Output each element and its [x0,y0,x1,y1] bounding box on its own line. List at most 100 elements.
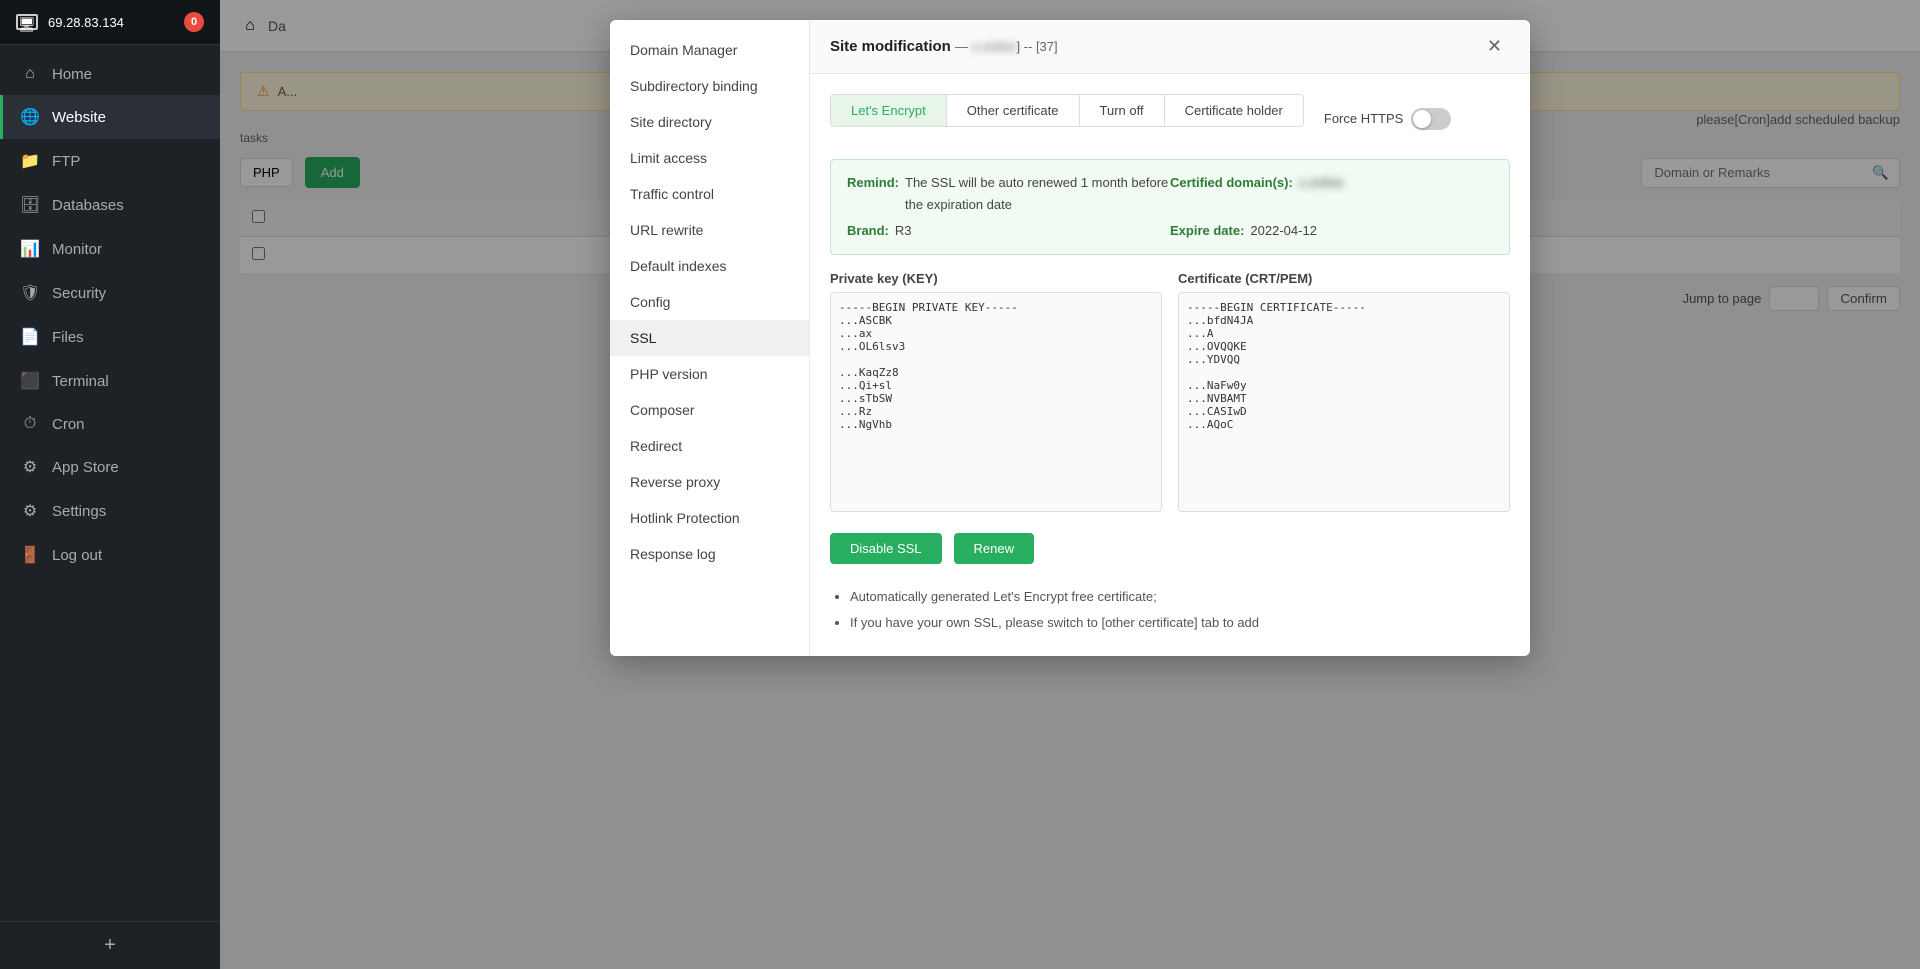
modal-overlay: Domain Manager Subdirectory binding Site… [220,0,1920,969]
certified-domain-value: x.online [1299,172,1344,216]
sidebar-item-logout[interactable]: 🚪 Log out [0,533,220,577]
server-ip: 69.28.83.134 [48,15,124,30]
sidebar-item-label: Home [52,66,92,83]
files-icon: 📄 [20,327,40,347]
sidebar-item-terminal[interactable]: ⬛ Terminal [0,359,220,403]
private-key-col: Private key (KEY) -----BEGIN PRIVATE KEY… [830,271,1162,517]
ssl-note-2: If you have your own SSL, please switch … [850,610,1510,636]
certificate-col: Certificate (CRT/PEM) -----BEGIN CERTIFI… [1178,271,1510,517]
active-bar [0,95,3,139]
modal-body: Site modification — x.online] -- [37] ✕ … [810,20,1530,656]
disable-ssl-button[interactable]: Disable SSL [830,533,942,564]
sidebar: 🖥 69.28.83.134 0 ⌂ Home 🌐 Website 📁 FTP … [0,0,220,969]
modal-close-button[interactable]: ✕ [1479,32,1510,61]
sidebar-item-files[interactable]: 📄 Files [0,315,220,359]
modal-sidebar-item-site-directory[interactable]: Site directory [610,104,809,140]
modal-sidebar-item-config[interactable]: Config [610,284,809,320]
certified-domain-item: Certified domain(s): x.online [1170,172,1493,216]
renew-button[interactable]: Renew [954,533,1034,564]
sidebar-item-label: FTP [52,153,80,170]
modal-sidebar-item-domain-manager[interactable]: Domain Manager [610,32,809,68]
modal-sidebar-item-composer[interactable]: Composer [610,392,809,428]
sidebar-item-label: Website [52,109,106,126]
remind-label: Remind: [847,172,899,216]
modal-title-text: Site modification [830,38,951,55]
modal-sidebar-item-traffic-control[interactable]: Traffic control [610,176,809,212]
remind-box: Remind: The SSL will be auto renewed 1 m… [830,159,1510,255]
plus-icon: + [104,934,116,957]
remind-text-item: Remind: The SSL will be auto renewed 1 m… [847,172,1170,216]
modal-sidebar-item-php-version[interactable]: PHP version [610,356,809,392]
sidebar-add-button[interactable]: + [20,934,200,957]
sidebar-item-settings[interactable]: ⚙ Settings [0,489,220,533]
sidebar-item-label: Cron [52,416,85,433]
sidebar-item-monitor[interactable]: 📊 Monitor [0,227,220,271]
ssl-notes: Automatically generated Let's Encrypt fr… [830,584,1510,636]
certificate-textarea[interactable]: -----BEGIN CERTIFICATE----- ...bfdN4JA .… [1178,292,1510,512]
security-icon: 🛡 [20,283,40,303]
modal-sidebar: Domain Manager Subdirectory binding Site… [610,20,810,656]
modal-sidebar-item-reverse-proxy[interactable]: Reverse proxy [610,464,809,500]
logout-icon: 🚪 [20,545,40,565]
expire-value: 2022-04-12 [1250,220,1317,242]
settings-icon: ⚙ [20,501,40,521]
key-cert-row: Private key (KEY) -----BEGIN PRIVATE KEY… [830,271,1510,517]
tab-certificate-holder[interactable]: Certificate holder [1165,95,1303,126]
brand-item: Brand: R3 [847,220,1170,242]
private-key-textarea[interactable]: -----BEGIN PRIVATE KEY----- ...ASCBK ...… [830,292,1162,512]
modal-sidebar-item-url-rewrite[interactable]: URL rewrite [610,212,809,248]
modal-sidebar-item-response-log[interactable]: Response log [610,536,809,572]
sidebar-item-label: Log out [52,547,102,564]
sidebar-item-label: Terminal [52,373,109,390]
tab-lets-encrypt[interactable]: Let's Encrypt [831,95,947,126]
home-icon: ⌂ [20,65,40,83]
sidebar-nav: ⌂ Home 🌐 Website 📁 FTP 🗄 Databases 📊 Mon… [0,45,220,921]
brand-value: R3 [895,220,912,242]
modal-sidebar-item-subdirectory-binding[interactable]: Subdirectory binding [610,68,809,104]
modal-header: Site modification — x.online] -- [37] ✕ [810,20,1530,74]
sidebar-item-cron[interactable]: ⏱ Cron [0,403,220,445]
sidebar-item-security[interactable]: 🛡 Security [0,271,220,315]
sidebar-item-label: Monitor [52,241,102,258]
sidebar-header: 🖥 69.28.83.134 0 [0,0,220,45]
main-content: ⌂ Da ⚠ A... tasks PHP Add 🔍 [220,0,1920,969]
sidebar-item-label: Files [52,329,84,346]
modal-sidebar-item-ssl[interactable]: SSL [610,320,809,356]
modal-dialog: Domain Manager Subdirectory binding Site… [610,20,1530,656]
modal-sidebar-item-limit-access[interactable]: Limit access [610,140,809,176]
databases-icon: 🗄 [20,195,40,215]
modal-sidebar-item-hotlink-protection[interactable]: Hotlink Protection [610,500,809,536]
ssl-tabs: Let's Encrypt Other certificate Turn off… [830,94,1304,127]
ssl-actions: Disable SSL Renew [830,533,1510,564]
sidebar-item-label: App Store [52,459,119,476]
monitor-icon: 🖥 [16,14,38,30]
ftp-icon: 📁 [20,151,40,171]
sidebar-item-ftp[interactable]: 📁 FTP [0,139,220,183]
modal-content: Let's Encrypt Other certificate Turn off… [810,74,1530,656]
force-https-toggle: Force HTTPS [1324,108,1451,130]
tab-other-certificate[interactable]: Other certificate [947,95,1080,126]
cron-icon: ⏱ [20,415,40,433]
force-https-switch[interactable] [1411,108,1451,130]
modal-sidebar-item-redirect[interactable]: Redirect [610,428,809,464]
sidebar-item-website[interactable]: 🌐 Website [0,95,220,139]
terminal-icon: ⬛ [20,371,40,391]
private-key-label: Private key (KEY) [830,271,1162,286]
sidebar-item-label: Settings [52,503,106,520]
sidebar-footer: + [0,921,220,969]
modal-sidebar-item-default-indexes[interactable]: Default indexes [610,248,809,284]
tab-turn-off[interactable]: Turn off [1080,95,1165,126]
cert-info-grid: Remind: The SSL will be auto renewed 1 m… [847,172,1493,242]
sidebar-item-home[interactable]: ⌂ Home [0,53,220,95]
sidebar-item-label: Databases [52,197,124,214]
ssl-header-row: Let's Encrypt Other certificate Turn off… [830,94,1510,143]
modal-title: Site modification — x.online] -- [37] [830,38,1479,55]
certified-domain-label: Certified domain(s): [1170,172,1293,216]
remind-text: The SSL will be auto renewed 1 month bef… [905,172,1170,216]
modal-title-suffix: — x.online] -- [37] [955,39,1058,54]
force-https-label: Force HTTPS [1324,111,1403,126]
sidebar-item-databases[interactable]: 🗄 Databases [0,183,220,227]
certificate-label: Certificate (CRT/PEM) [1178,271,1510,286]
website-icon: 🌐 [20,107,40,127]
sidebar-item-appstore[interactable]: ⚙ App Store [0,445,220,489]
